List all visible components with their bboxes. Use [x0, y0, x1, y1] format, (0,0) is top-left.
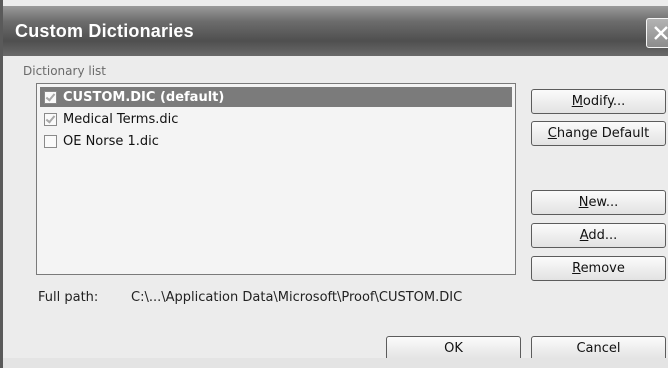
list-item-label: Medical Terms.dic [63, 111, 179, 127]
modify-button-label: odify... [582, 94, 626, 109]
title-bar: Custom Dictionaries [3, 6, 668, 56]
list-item-custom-dic[interactable]: CUSTOM.DIC (default) [40, 87, 512, 107]
checkbox-medical-terms[interactable] [44, 112, 57, 126]
modify-button[interactable]: Modify... [531, 89, 666, 114]
full-path-value: C:\...\Application Data\Microsoft\Proof\… [131, 290, 463, 305]
change-default-button-label: hange Default [556, 126, 650, 141]
remove-button[interactable]: Remove [531, 256, 666, 281]
checkbox-custom-dic[interactable] [44, 90, 57, 104]
full-path-label: Full path: [38, 290, 99, 305]
add-button-label: dd... [588, 228, 618, 243]
custom-dictionaries-dialog: Custom Dictionaries Dictionary list CUST… [0, 0, 668, 368]
add-button[interactable]: Add... [531, 223, 666, 248]
remove-button-mnemonic: R [572, 261, 581, 276]
dictionary-list-label: Dictionary list [23, 64, 106, 78]
close-icon [654, 26, 668, 40]
new-button-mnemonic: N [578, 195, 589, 210]
window-title: Custom Dictionaries [15, 21, 194, 41]
close-button[interactable] [646, 18, 668, 48]
checkbox-oe-norse[interactable] [44, 134, 57, 148]
list-item-oe-norse[interactable]: OE Norse 1.dic [40, 131, 159, 151]
list-item-label: CUSTOM.DIC (default) [63, 89, 225, 105]
new-button-label: ew... [588, 195, 619, 210]
change-default-button-mnemonic: C [547, 126, 557, 141]
new-button[interactable]: New... [531, 190, 666, 215]
dictionary-listbox[interactable]: CUSTOM.DIC (default) Medical Terms.dic O… [36, 83, 516, 275]
list-item-label: OE Norse 1.dic [63, 133, 159, 149]
change-default-button[interactable]: Change Default [531, 121, 666, 146]
remove-button-label: emove [580, 261, 625, 276]
list-item-medical-terms[interactable]: Medical Terms.dic [40, 109, 178, 129]
window-bottom-edge [3, 358, 668, 368]
modify-button-mnemonic: M [571, 94, 583, 109]
